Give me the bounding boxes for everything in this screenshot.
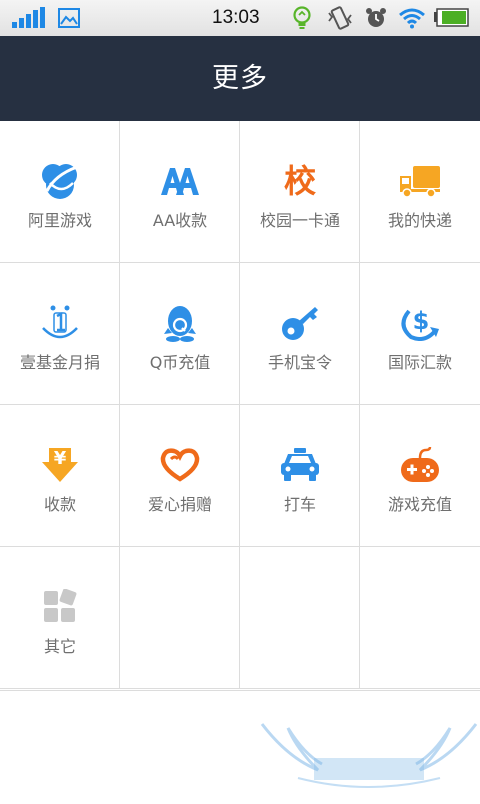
receive-money-icon: ¥ [38,445,82,485]
delivery-truck-icon [398,161,442,201]
service-grid: 阿里游戏 AA收款 校 校园一卡通 我的快递 壹基金月捐 Q币充值 手机宝令 $… [0,121,480,691]
alarm-icon [364,0,388,36]
grid-item-label: 爱心捐赠 [147,495,212,514]
grid-item-label: 打车 [283,495,316,514]
aa-collect-icon [158,161,202,201]
svg-text:$: $ [413,307,430,335]
grid-item-key[interactable]: 手机宝令 [240,263,360,405]
site-watermark [258,718,480,800]
grid-item-label: 我的快递 [387,211,452,230]
grid-item-delivery[interactable]: 我的快递 [360,121,480,263]
grid-item-receive-money[interactable]: ¥ 收款 [0,405,120,547]
grid-item-label: AA收款 [152,211,208,230]
qq-coin-icon [158,303,202,343]
grid-item-label: 其它 [43,637,76,656]
taxi-icon [278,445,322,485]
grid-item-aa-collect[interactable]: AA收款 [120,121,240,263]
vibrate-icon [327,0,353,36]
grid-item-game-recharge[interactable]: 游戏充值 [360,405,480,547]
status-time: 13:03 [212,7,260,28]
one-foundation-icon [38,303,82,343]
campus-card-icon: 校 [283,162,316,200]
heart-donate-icon [158,445,202,485]
bulb-icon [292,0,312,36]
grid-item-label: 校园一卡通 [259,211,340,230]
signal-icon [12,0,46,36]
grid-item-label: 壹基金月捐 [19,353,100,372]
image-notification-icon [58,0,80,36]
grid-empty-cell [240,547,360,689]
status-bar: 13:03 [0,0,480,37]
grid-item-taxi[interactable]: 打车 [240,405,360,547]
grid-item-label: 阿里游戏 [27,211,92,230]
page-title: 更多 [212,63,268,94]
battery-icon [434,0,470,36]
grid-item-international-remit[interactable]: $ 国际汇款 [360,263,480,405]
grid-item-label: 游戏充值 [387,495,452,514]
grid-item-label: 手机宝令 [267,353,332,372]
gamepad-icon [398,445,442,485]
grid-item-more[interactable]: 其它 [0,547,120,689]
grid-item-one-foundation[interactable]: 壹基金月捐 [0,263,120,405]
grid-item-label: 收款 [43,495,76,514]
grid-item-ali-game[interactable]: 阿里游戏 [0,121,120,263]
wifi-icon [398,0,426,36]
grid-item-label: Q币充值 [149,353,211,372]
grid-item-label: 国际汇款 [387,353,452,372]
key-icon [278,303,322,343]
grid-item-qq-coin[interactable]: Q币充值 [120,263,240,405]
international-remit-icon: $ [398,303,442,343]
title-bar: 更多 [0,36,480,121]
ali-game-icon [38,161,82,201]
grid-item-campus-card[interactable]: 校 校园一卡通 [240,121,360,263]
more-apps-icon [38,587,82,627]
grid-empty-cell [120,547,240,689]
grid-empty-cell [360,547,480,689]
grid-item-heart-donate[interactable]: 爱心捐赠 [120,405,240,547]
